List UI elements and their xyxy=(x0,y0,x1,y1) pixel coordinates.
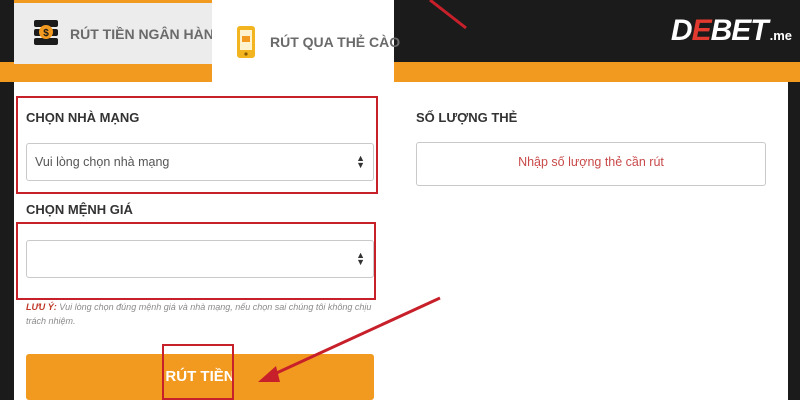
phone-card-icon xyxy=(232,25,260,59)
quantity-label: SỐ LƯỢNG THẺ xyxy=(416,110,518,125)
coin-stack-icon: $ xyxy=(32,17,60,51)
note-prefix: LƯU Ý: xyxy=(26,302,57,312)
debet-logo: DEBET .me xyxy=(670,14,792,47)
annotation-arrow-submit xyxy=(258,296,441,382)
quantity-input[interactable]: Nhập số lượng thẻ cần rút xyxy=(416,142,766,186)
denomination-label: CHỌN MỆNH GIÁ xyxy=(26,202,133,217)
tab-card-withdraw[interactable]: RÚT QUA THẺ CÀO xyxy=(212,0,400,84)
tab-card-label: RÚT QUA THẺ CÀO xyxy=(270,34,401,50)
highlight-box-denomination xyxy=(16,222,376,300)
accent-strip xyxy=(0,62,800,82)
quantity-placeholder: Nhập số lượng thẻ cần rút xyxy=(518,155,664,169)
logo-text: DEBET xyxy=(670,14,769,47)
highlight-box-submit xyxy=(162,344,234,400)
logo-suffix: .me xyxy=(769,28,792,43)
svg-text:$: $ xyxy=(43,28,49,39)
highlight-box-network xyxy=(16,96,378,194)
tab-bank-label: RÚT TIỀN NGÂN HÀNG xyxy=(70,25,225,42)
note-line2: trách nhiệm. xyxy=(26,316,76,326)
annotation-arrow-top xyxy=(429,0,467,30)
tab-bank-withdraw[interactable]: $ RÚT TIỀN NGÂN HÀNG xyxy=(14,0,225,64)
